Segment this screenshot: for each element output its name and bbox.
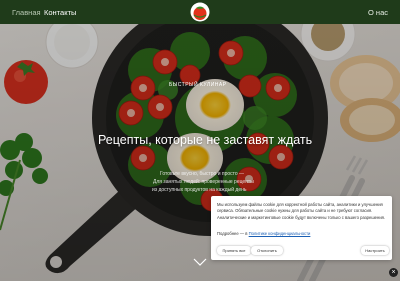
cookie-settings-button[interactable]: Настроить	[361, 246, 389, 255]
close-icon[interactable]: ×	[389, 268, 398, 277]
hero-subtitle-line: Готовьте вкусно, быстро и просто —	[160, 171, 245, 177]
cookie-more-info: Подробнее — в Политике конфиденциальност…	[217, 231, 310, 236]
cookie-more-label: Подробнее — в	[217, 231, 248, 236]
hero-subtitle-line: из доступных продуктов на каждый день	[152, 187, 247, 193]
hero-subtitle-line: Для занятых людей: проверенные рецепты	[153, 179, 254, 185]
cookie-consent-banner: Мы используем файлы cookie для корректно…	[211, 196, 392, 260]
hero-tagline: БЫСТРЫЙ КУЛИНАР	[169, 82, 227, 88]
nav-link-contacts[interactable]: Контакты	[44, 8, 76, 17]
nav-link-home[interactable]: Главная	[12, 8, 41, 17]
chevron-down-icon[interactable]	[193, 258, 207, 266]
privacy-policy-link[interactable]: Политике конфиденциальности	[249, 231, 311, 236]
accept-all-button[interactable]: Принять все	[217, 246, 251, 255]
tomato-logo-icon[interactable]	[190, 2, 210, 22]
cookie-consent-text: Мы используем файлы cookie для корректно…	[217, 202, 386, 220]
reject-button[interactable]: Отклонить	[251, 246, 283, 255]
hero-headline: Рецепты, которые не заставят ждать	[98, 133, 313, 147]
nav-link-about[interactable]: О нас	[368, 8, 388, 17]
